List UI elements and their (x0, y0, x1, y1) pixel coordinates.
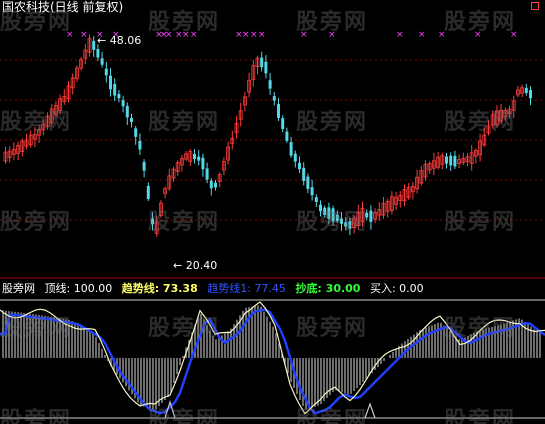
candle-body (369, 210, 373, 222)
candle-body (298, 162, 301, 170)
watermark: 股旁网 (148, 210, 221, 235)
candle-body (272, 96, 276, 101)
watermark: 股旁网 (296, 408, 369, 424)
candle-body (445, 156, 448, 164)
watermark: 股旁网 (148, 316, 221, 341)
panel-marker-icon (531, 2, 539, 10)
candle-body (310, 187, 314, 196)
legend-top-line: 顶线: 100.00 (44, 282, 113, 295)
indicator-name: 股旁网 (2, 282, 35, 295)
watermark: 股旁网 (296, 316, 369, 341)
candle-body (293, 153, 297, 162)
watermark: 股旁网 (444, 210, 517, 235)
watermark: 股旁网 (444, 110, 517, 135)
legend-trend-line: 趋势线: 73.38 (121, 282, 198, 295)
candle-body (197, 156, 201, 161)
watermark: 股旁网 (296, 210, 369, 235)
candle-body (205, 168, 209, 180)
low-price-label: ← 20.40 (173, 259, 218, 272)
candle-body (264, 61, 268, 74)
candle-body (104, 68, 108, 76)
candle-body (130, 117, 133, 123)
candle-body (214, 182, 217, 188)
candle-body (201, 157, 205, 170)
watermark: 股旁网 (296, 10, 369, 35)
watermark: 股旁网 (444, 408, 517, 424)
legend-buy: 买入: 0.00 (369, 282, 424, 295)
candle-body (109, 75, 112, 90)
watermark: 股旁网 (444, 316, 517, 341)
candle-body (260, 57, 264, 68)
high-price-value: 48.06 (109, 34, 142, 47)
candle-body (121, 100, 125, 107)
candle-body (209, 180, 213, 189)
candle-body (277, 104, 280, 118)
candle-body (302, 167, 306, 181)
candle-body (306, 176, 310, 189)
watermark: 股旁网 (148, 408, 221, 424)
legend-trend-line-1: 趋势线1: 77.45 (207, 282, 286, 295)
watermark: 股旁网 (148, 110, 221, 135)
candle-body (117, 93, 121, 99)
candle-body (138, 140, 142, 150)
candle-body (125, 105, 129, 118)
signal-marker: × (418, 30, 426, 40)
signal-marker: × (258, 30, 266, 40)
watermark: 股旁网 (0, 210, 73, 235)
candle-body (453, 155, 457, 167)
candle-body (92, 40, 96, 50)
watermark: 股旁网 (0, 408, 73, 424)
candle-body (96, 48, 100, 58)
watermark: 股旁网 (0, 10, 73, 35)
candle-body (449, 155, 453, 166)
candle-body (113, 84, 117, 96)
indicator-legend: 股旁网 顶线: 100.00 趋势线: 73.38 趋势线1: 77.45 抄底… (2, 282, 430, 295)
candle-body (285, 131, 289, 141)
candle-body (281, 118, 285, 129)
candle-body (146, 186, 150, 199)
candle-body (529, 90, 532, 99)
candle-body (134, 128, 138, 137)
signal-marker: × (396, 30, 404, 40)
signal-marker: × (242, 30, 250, 40)
candle-body (314, 197, 318, 203)
watermark: 股旁网 (444, 10, 517, 35)
watermark: 股旁网 (0, 316, 73, 341)
high-price-label: ← 48.06 (97, 34, 142, 47)
low-price-value: 20.40 (185, 259, 218, 272)
candle-body (142, 161, 146, 171)
candle-body (289, 142, 293, 156)
candle-body (268, 80, 272, 89)
watermark: 股旁网 (296, 110, 369, 135)
watermark: 股旁网 (0, 110, 73, 135)
candle-body (100, 58, 104, 65)
chart-window: × × × × × × × × × × × × × × × × × × × × × 国农科技(日线 前复权) ← 48.… (0, 0, 545, 424)
signal-marker: × (80, 30, 88, 40)
candle-body (193, 153, 196, 160)
candle-body (524, 87, 528, 94)
signal-marker: × (250, 30, 258, 40)
watermark: 股旁网 (148, 10, 221, 35)
legend-bottom-fish: 抄底: 30.00 (295, 282, 361, 295)
